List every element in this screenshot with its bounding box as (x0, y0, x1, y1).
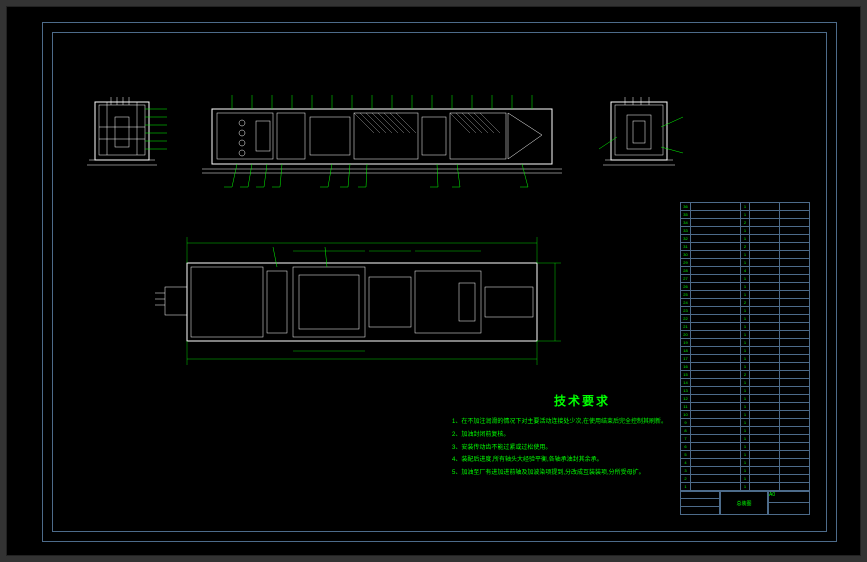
parts-list-row: 81 (681, 427, 810, 435)
parts-list-row: 321 (681, 235, 810, 243)
drawing-canvas[interactable]: 技术要求 1、在不加注润滑的情况下对主要活动连接处少次,在使用结束后完全控制其刷… (7, 7, 860, 555)
tech-req-item: 3、安装传动齿不能过紧或过松使用。 (452, 443, 712, 454)
parts-list-row: 152 (681, 371, 810, 379)
plan-view (147, 227, 567, 382)
parts-list-row: 251 (681, 291, 810, 299)
parts-list-row: 161 (681, 363, 810, 371)
parts-list-row: 131 (681, 387, 810, 395)
title-block: 3613513423313213123012912842712612512422… (680, 202, 810, 515)
parts-list-row: 21 (681, 475, 810, 483)
title-block-main: 总装图 A0 (680, 491, 810, 515)
parts-list-row: 361 (681, 203, 810, 211)
parts-list-row: 342 (681, 219, 810, 227)
parts-list-row: 141 (681, 379, 810, 387)
parts-list-row: 191 (681, 339, 810, 347)
parts-list-row: 221 (681, 315, 810, 323)
parts-list-row: 91 (681, 419, 810, 427)
parts-list-row: 211 (681, 323, 810, 331)
tech-req-item: 5、加油至厂有进加进前轴及加波染项提到,分改成互装装项,分所受母扩。 (452, 468, 712, 479)
parts-list-row: 201 (681, 331, 810, 339)
parts-list-row: 181 (681, 347, 810, 355)
parts-list-row: 331 (681, 227, 810, 235)
parts-list-row: 312 (681, 243, 810, 251)
parts-list-row: 61 (681, 443, 810, 451)
tech-req-item: 4、装配后进度,所有轴头大经验平衡,各轴承油封其余承。 (452, 455, 712, 466)
tech-req-title: 技术要求 (452, 392, 712, 409)
parts-list-row: 171 (681, 355, 810, 363)
parts-list-row: 351 (681, 211, 810, 219)
parts-list-row: 111 (681, 403, 810, 411)
parts-list-row: 271 (681, 275, 810, 283)
parts-list-row: 11 (681, 483, 810, 491)
parts-list-row: 31 (681, 467, 810, 475)
main-elevation-view (202, 87, 572, 197)
parts-list-row: 101 (681, 411, 810, 419)
drawing-number: A0 (769, 492, 809, 503)
drawing-name: 总装图 (720, 491, 768, 515)
parts-list-row: 261 (681, 283, 810, 291)
parts-list-row: 284 (681, 267, 810, 275)
parts-list-row: 231 (681, 307, 810, 315)
tech-req-item: 1、在不加注润滑的情况下对主要活动连接处少次,在使用结束后完全控制其刷新。 (452, 417, 712, 428)
parts-list-table: 3613513423313213123012912842712612512422… (680, 202, 810, 491)
parts-list-row: 301 (681, 251, 810, 259)
parts-list-row: 51 (681, 451, 810, 459)
parts-list-row: 242 (681, 299, 810, 307)
tech-req-item: 2、加油封闭前复核。 (452, 430, 712, 441)
parts-list-row: 121 (681, 395, 810, 403)
technical-requirements: 技术要求 1、在不加注润滑的情况下对主要活动连接处少次,在使用结束后完全控制其刷… (452, 392, 712, 481)
parts-list-row: 71 (681, 435, 810, 443)
cad-viewport[interactable]: 技术要求 1、在不加注润滑的情况下对主要活动连接处少次,在使用结束后完全控制其刷… (6, 6, 861, 556)
left-side-view (77, 97, 177, 187)
right-side-view (597, 97, 697, 187)
parts-list-row: 41 (681, 459, 810, 467)
parts-list-row: 291 (681, 259, 810, 267)
